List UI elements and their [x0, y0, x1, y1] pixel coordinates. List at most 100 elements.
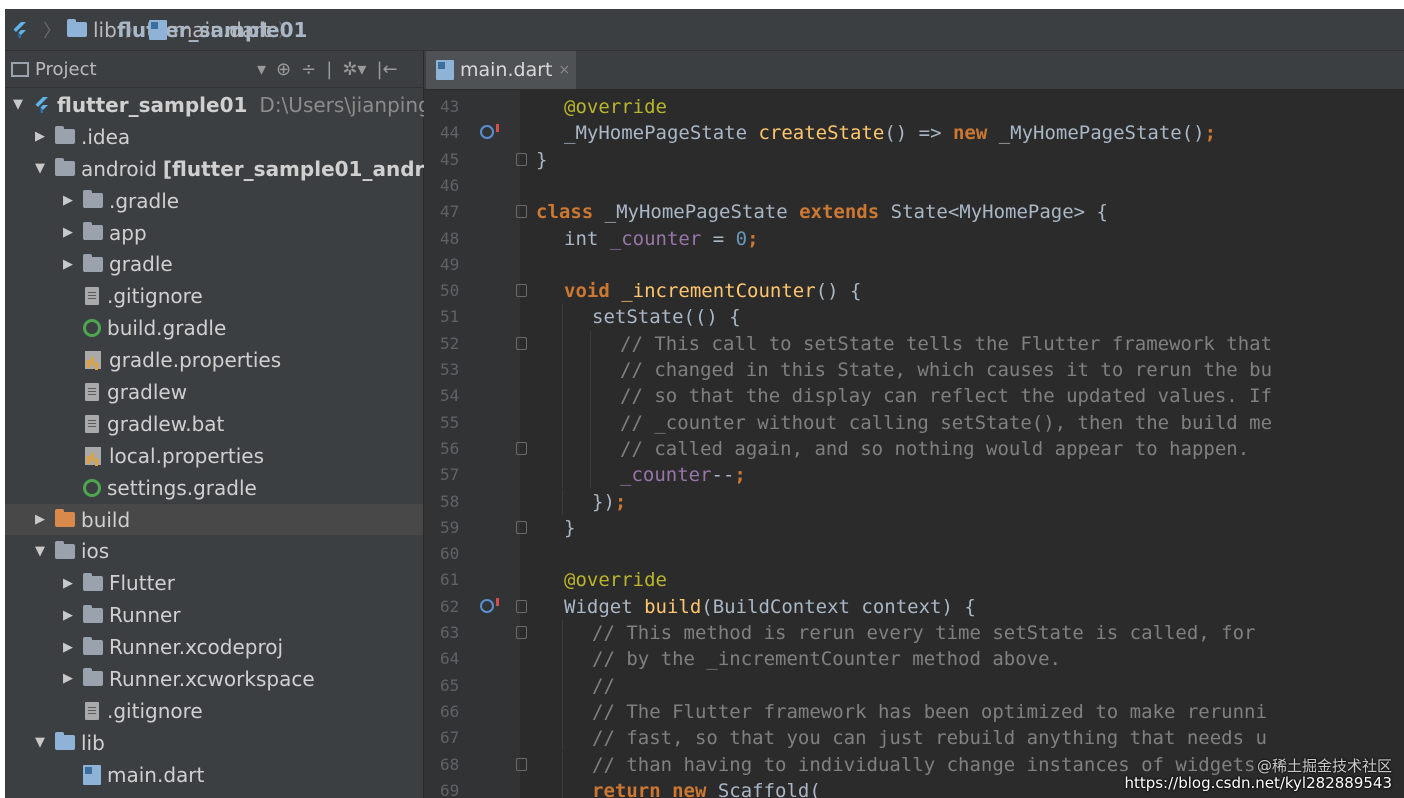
- breadcrumb-item-project[interactable]: flutter_sample01 〉: [5, 9, 307, 50]
- fold-marker-icon[interactable]: [516, 626, 527, 639]
- code-line[interactable]: 56 // called again, and so nothing would …: [424, 435, 1404, 463]
- settings-gear-icon[interactable]: ✲▾: [342, 59, 366, 80]
- tree-item[interactable]: ▶build.gradle: [5, 312, 423, 344]
- fold-marker-icon[interactable]: [516, 599, 527, 613]
- code-line[interactable]: 44 _MyHomePageState createState() => new …: [424, 120, 1404, 146]
- tree-item[interactable]: ▶ .idea: [5, 121, 423, 153]
- tree-item[interactable]: ▶ Runner.xcworkspace: [5, 663, 423, 695]
- code-token: 0: [735, 227, 748, 250]
- tree-item[interactable]: ▶ gradle: [5, 248, 423, 280]
- watermark-url: https://blog.csdn.net/kyl282889543: [1124, 774, 1392, 792]
- expand-arrow-icon[interactable]: ▼: [33, 735, 47, 750]
- tree-item[interactable]: ▶gradlew: [5, 376, 423, 408]
- code-line[interactable]: 59}: [424, 515, 1404, 541]
- collapse-arrow-icon[interactable]: ▶: [61, 576, 75, 591]
- code-line[interactable]: 50 void _incrementCounter() {: [424, 278, 1404, 304]
- code-line[interactable]: 67 // fast, so that you can just rebuild …: [424, 725, 1404, 752]
- tree-item-label: gradlew.bat: [107, 411, 225, 436]
- tree-item[interactable]: ▼ lib: [5, 727, 423, 759]
- line-number: 67: [440, 728, 460, 748]
- fold-marker-icon[interactable]: [516, 520, 527, 534]
- collapse-all-icon[interactable]: ÷: [301, 59, 316, 80]
- code-line[interactable]: 61 @override: [424, 567, 1404, 593]
- code-line[interactable]: 51 setState(() {: [424, 304, 1404, 331]
- line-number: 60: [440, 544, 460, 564]
- tree-item[interactable]: ▶ build: [5, 503, 423, 536]
- expand-arrow-icon[interactable]: ▼: [11, 97, 25, 112]
- indent-guide: [590, 383, 591, 410]
- collapse-arrow-icon[interactable]: ▶: [61, 671, 75, 686]
- tree-item[interactable]: ▶ Runner.xcodeproj: [5, 631, 423, 663]
- override-marker-icon[interactable]: [480, 124, 499, 140]
- code-line[interactable]: 46: [424, 173, 1404, 199]
- tree-item[interactable]: ▶settings.gradle: [5, 472, 423, 504]
- tree-item[interactable]: ▶local.properties: [5, 440, 423, 472]
- scroll-from-source-icon[interactable]: ⊕: [276, 59, 291, 80]
- line-number: 66: [440, 701, 460, 721]
- fold-marker-icon[interactable]: [516, 336, 527, 350]
- line-number: 47: [440, 202, 460, 222]
- collapse-arrow-icon[interactable]: ▶: [61, 225, 75, 240]
- tree-item[interactable]: ▶.gitignore: [5, 695, 423, 727]
- code-line[interactable]: 66 // The Flutter framework has been opti…: [424, 698, 1404, 726]
- code-line[interactable]: 54 // so that the display can reflect the…: [424, 383, 1404, 410]
- tree-item[interactable]: ▼ android [flutter_sample01_android]: [5, 153, 468, 185]
- code-line[interactable]: 49: [424, 252, 1404, 278]
- tree-item[interactable]: ▶ Runner: [5, 599, 423, 631]
- tree-item[interactable]: ▶gradlew.bat: [5, 408, 423, 440]
- tree-item-label: .gitignore: [107, 284, 203, 309]
- tree-item[interactable]: ▶ Flutter: [5, 567, 423, 599]
- code-line[interactable]: 62 Widget build(BuildContext context) {: [424, 594, 1404, 620]
- collapse-arrow-icon[interactable]: ▶: [33, 129, 47, 144]
- collapse-arrow-icon[interactable]: ▶: [61, 608, 75, 623]
- view-dropdown-icon[interactable]: ▾: [257, 59, 266, 80]
- folder-icon: [83, 604, 103, 623]
- override-marker-icon[interactable]: [480, 597, 499, 613]
- close-tab-icon[interactable]: ×: [558, 62, 570, 78]
- tree-item[interactable]: ▶ .gradle: [5, 185, 423, 217]
- tree-item[interactable]: ▶main.dart: [5, 759, 423, 791]
- code-line[interactable]: 65 //: [424, 672, 1404, 699]
- tab-main-dart[interactable]: main.dart ×: [426, 51, 576, 89]
- tree-item[interactable]: ▶.gitignore: [5, 280, 423, 312]
- fold-marker-icon[interactable]: [516, 205, 527, 219]
- indent-guide: [590, 330, 591, 357]
- collapse-arrow-icon[interactable]: ▶: [61, 193, 75, 208]
- expand-arrow-icon[interactable]: ▼: [33, 161, 47, 176]
- code-line[interactable]: 57 _counter--;: [424, 462, 1404, 489]
- code-editor[interactable]: 43 @override 44 _MyHomePageState createStat…: [424, 90, 1404, 798]
- tree-item[interactable]: ▼ flutter_sample01 D:\Users\jianping05.: [5, 89, 463, 121]
- code-line[interactable]: 55 // _counter without calling setState()…: [424, 409, 1404, 436]
- code-line[interactable]: 43 @override: [424, 94, 1404, 120]
- collapse-arrow-icon[interactable]: ▶: [61, 640, 75, 655]
- code-line[interactable]: 58});: [424, 488, 1404, 515]
- collapse-arrow-icon[interactable]: ▶: [33, 512, 47, 527]
- tree-item[interactable]: ▼ ios: [5, 535, 423, 567]
- fold-marker-icon[interactable]: [516, 757, 527, 771]
- code-line[interactable]: 45}: [424, 147, 1404, 173]
- code-text: int _counter = 0;: [564, 226, 759, 252]
- folder-icon: [55, 126, 75, 145]
- code-line[interactable]: 53 // changed in this State, which causes…: [424, 357, 1404, 384]
- hide-panel-icon[interactable]: |←: [376, 59, 397, 80]
- code-line[interactable]: 48 int _counter = 0;: [424, 226, 1404, 252]
- fold-marker-icon[interactable]: [516, 152, 527, 166]
- tree-item-label: gradle.properties: [109, 348, 282, 373]
- project-panel-header[interactable]: Project ▾ ⊕ ÷ | ✲▾ |←: [5, 51, 423, 88]
- code-text: }: [564, 515, 575, 541]
- tree-item-label: gradlew: [107, 379, 188, 404]
- code-line[interactable]: 52 // This call to setState tells the Flu…: [424, 330, 1404, 357]
- collapse-arrow-icon[interactable]: ▶: [61, 257, 75, 272]
- code-token: }: [564, 516, 576, 539]
- fold-marker-icon[interactable]: [516, 284, 527, 298]
- expand-arrow-icon[interactable]: ▼: [33, 544, 47, 559]
- tree-item[interactable]: ▶gradle.properties: [5, 344, 423, 376]
- code-line[interactable]: 60: [424, 541, 1404, 567]
- tree-item[interactable]: ▶ app: [5, 217, 423, 249]
- code-line[interactable]: 47 class _MyHomePageState extends State<M…: [424, 199, 1404, 225]
- code-line[interactable]: 63 // This method is rerun every time set…: [424, 620, 1404, 647]
- code-token: Scaffold(: [706, 779, 821, 798]
- fold-marker-icon[interactable]: [516, 441, 527, 455]
- code-token: Widget: [564, 595, 645, 618]
- code-line[interactable]: 64 // by the _incrementCounter method abo…: [424, 646, 1404, 673]
